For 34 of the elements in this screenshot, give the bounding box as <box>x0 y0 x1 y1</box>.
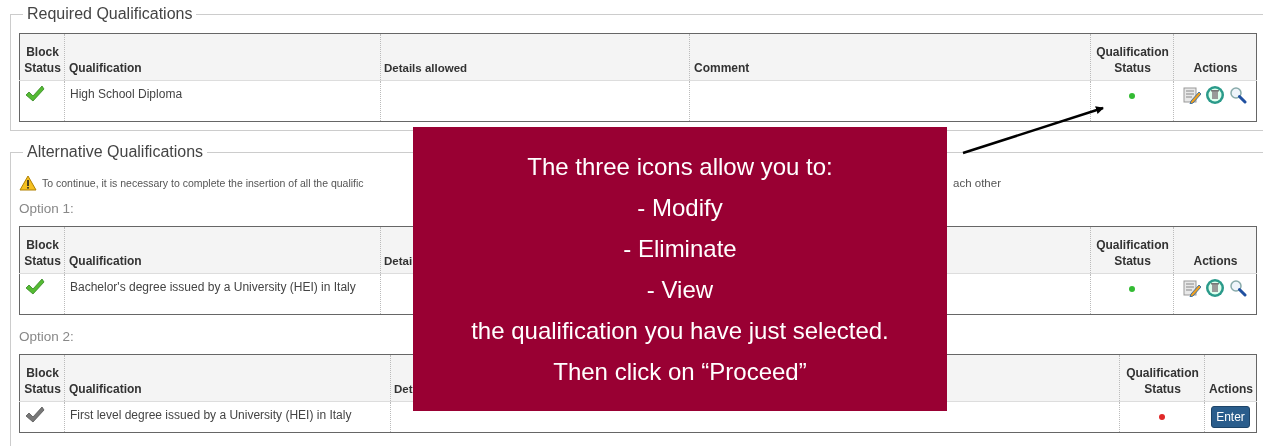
column-header: Block Status <box>24 366 61 396</box>
delete-icon[interactable] <box>1205 85 1225 105</box>
option-label: Option 2: <box>19 329 74 344</box>
column-header: Details allowed <box>384 62 468 74</box>
column-header: Qualification Status <box>1096 238 1169 268</box>
column-header: Qualification Status <box>1096 45 1169 75</box>
column-header: Block Status <box>24 45 61 75</box>
column-header: Actions <box>1193 254 1238 268</box>
column-header: Actions <box>1193 61 1238 75</box>
warning-text: ach other <box>953 177 1001 189</box>
column-header: Qualification <box>69 254 142 268</box>
enter-button[interactable]: Enter <box>1211 406 1250 428</box>
edit-icon[interactable] <box>1183 86 1201 104</box>
qualification-text: First level degree issued by a University (HEI) in Italy <box>70 408 352 422</box>
column-header: Det <box>394 383 413 395</box>
column-header: Block Status <box>24 238 61 268</box>
column-header: Qualification <box>69 61 142 75</box>
warning-text: To continue, it is necessary to complete the insertion of all the qualific <box>42 177 364 189</box>
section-title: Required Qualifications <box>26 5 194 23</box>
column-header: Comment <box>694 61 750 75</box>
warning-icon <box>19 175 37 191</box>
qualification-text: Bachelor's degree issued by a University (HEI) in Italy <box>70 280 356 294</box>
column-header: Actions <box>1209 382 1253 396</box>
column-header: Qualification Status <box>1126 366 1199 396</box>
search-icon[interactable] <box>1229 86 1247 104</box>
delete-icon[interactable] <box>1205 278 1225 298</box>
search-icon[interactable] <box>1229 279 1247 297</box>
column-header: Qualification <box>69 382 142 396</box>
column-header: Detai <box>384 255 413 267</box>
option-label: Option 1: <box>19 201 74 216</box>
callout-text: The three icons allow you to: - Modify - Eliminate - View the qualification you have just selected. Then click on “Proceed” <box>471 152 889 387</box>
edit-icon[interactable] <box>1183 279 1201 297</box>
qualification-text: High School Diploma <box>70 87 183 101</box>
section-title: Alternative Qualifications <box>26 143 205 161</box>
